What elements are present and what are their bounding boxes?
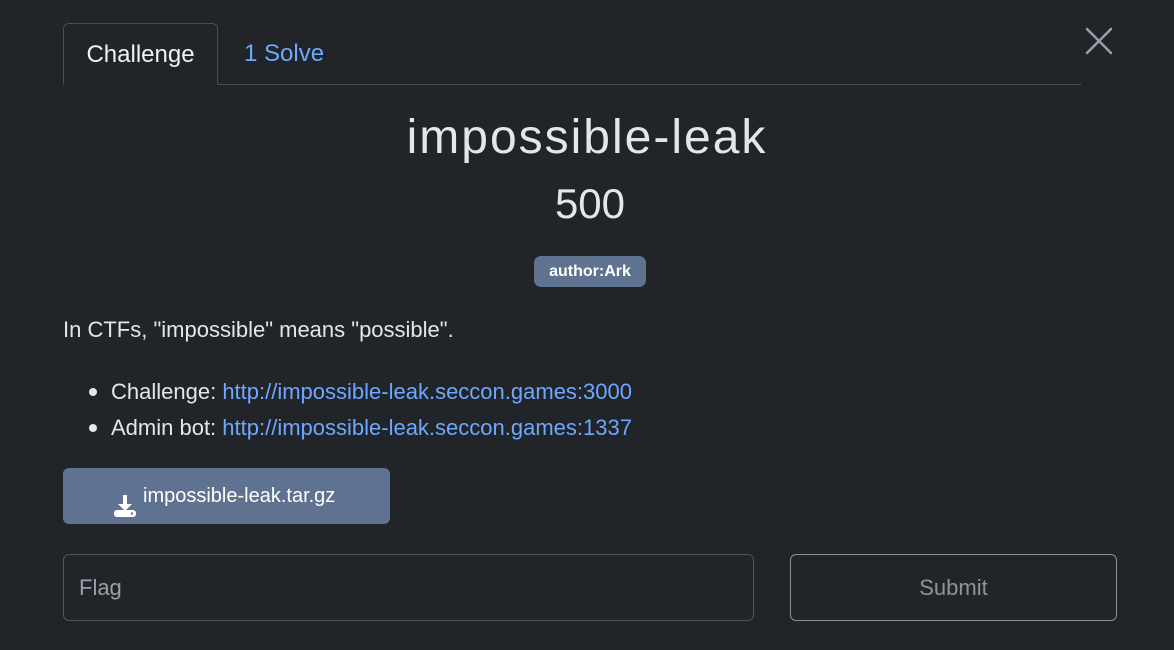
link-label: Admin bot:: [111, 415, 223, 440]
submit-button[interactable]: Submit: [790, 554, 1117, 621]
list-item: Admin bot: http://impossible-leak.seccon…: [63, 410, 632, 446]
download-file-button[interactable]: impossible-leak.tar.gz: [63, 468, 390, 524]
tab-bar: Challenge 1 Solve: [63, 23, 1081, 85]
link-list: Challenge: http://impossible-leak.seccon…: [63, 374, 632, 446]
tab-solves[interactable]: 1 Solve: [244, 23, 324, 84]
flag-input[interactable]: [63, 554, 754, 621]
challenge-modal: Challenge 1 Solve impossible-leak 500 au…: [0, 0, 1174, 650]
author-tag-badge: author:Ark: [534, 256, 646, 287]
download-icon: [113, 484, 137, 517]
challenge-link[interactable]: http://impossible-leak.seccon.games:3000: [222, 379, 632, 404]
admin-bot-link[interactable]: http://impossible-leak.seccon.games:1337: [222, 415, 632, 440]
download-file-label: impossible-leak.tar.gz: [143, 485, 336, 507]
close-icon[interactable]: [1084, 26, 1114, 56]
tab-challenge[interactable]: Challenge: [63, 23, 218, 85]
challenge-name: impossible-leak: [406, 111, 768, 164]
challenge-points: 500: [554, 180, 626, 227]
challenge-description: In CTFs, "impossible" means "possible".: [63, 317, 454, 342]
list-item: Challenge: http://impossible-leak.seccon…: [63, 374, 632, 410]
bullet-icon: [89, 424, 97, 432]
bullet-icon: [89, 388, 97, 396]
link-label: Challenge:: [111, 379, 223, 404]
